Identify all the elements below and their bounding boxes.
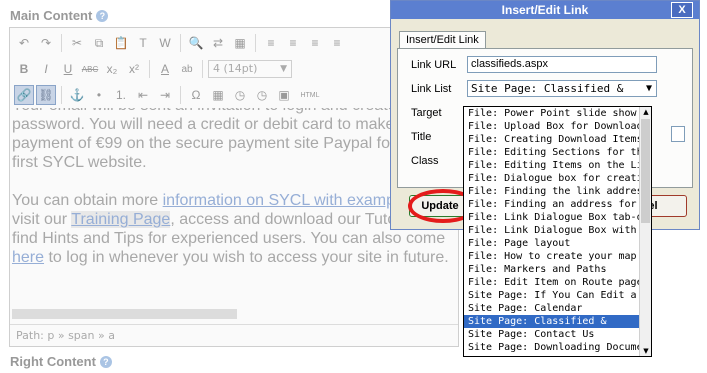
toolbar-separator bbox=[180, 86, 181, 104]
dialog-titlebar[interactable]: Insert/Edit Link X bbox=[391, 1, 699, 19]
strikethrough-button[interactable]: ABC bbox=[80, 59, 100, 79]
highlight-color-icon[interactable]: ab bbox=[177, 59, 197, 79]
dropdown-option[interactable]: File: Markers and Paths bbox=[464, 263, 639, 276]
align-left-icon[interactable]: ≡ bbox=[261, 33, 281, 53]
link-icon[interactable]: 🔗 bbox=[14, 85, 34, 105]
link-url-input[interactable]: classifieds.aspx bbox=[467, 56, 657, 73]
image-icon[interactable]: ▣ bbox=[274, 85, 294, 105]
dropdown-option[interactable]: File: Edit Item on Route page bbox=[464, 276, 639, 289]
horizontal-scrollbar[interactable] bbox=[12, 309, 237, 319]
bullet-list-icon[interactable]: • bbox=[89, 85, 109, 105]
help-icon[interactable]: ? bbox=[96, 10, 109, 22]
dropdown-scrollbar[interactable]: ▲ ▼ bbox=[639, 107, 651, 356]
dropdown-option[interactable]: File: Finding the link address bbox=[464, 185, 639, 198]
dropdown-option[interactable]: File: How to create your map bbox=[464, 250, 639, 263]
link-list-dropdown[interactable]: File: Power Point slide show a File: Uplo… bbox=[463, 106, 652, 357]
dropdown-option[interactable]: Site Page: Downloading Docume bbox=[464, 341, 639, 354]
link-url-label: Link URL bbox=[411, 59, 457, 71]
toolbar-separator bbox=[180, 34, 181, 52]
toolbar-separator bbox=[202, 60, 203, 78]
anchor-icon[interactable]: ⚓ bbox=[67, 85, 87, 105]
dropdown-option[interactable]: File: Finding an address for a bbox=[464, 198, 639, 211]
element-path: Path: p » span » a bbox=[10, 324, 458, 346]
undo-icon[interactable]: ↶ bbox=[14, 33, 34, 53]
dropdown-option[interactable]: Site Page: Calendar bbox=[464, 302, 639, 315]
indent-icon[interactable]: ⇥ bbox=[155, 85, 175, 105]
font-size-select[interactable]: 4 (14pt) ▼ bbox=[208, 60, 292, 78]
bold-button[interactable]: B bbox=[14, 59, 34, 79]
align-right-icon[interactable]: ≡ bbox=[305, 33, 325, 53]
dropdown-option[interactable]: File: Link Dialogue Box with a bbox=[464, 224, 639, 237]
scroll-down-icon[interactable]: ▼ bbox=[641, 346, 651, 356]
outdent-icon[interactable]: ⇤ bbox=[133, 85, 153, 105]
copy-icon[interactable]: ⧉ bbox=[89, 33, 109, 53]
title-label: Title bbox=[411, 131, 432, 143]
dropdown-option[interactable]: Site Page: If You Can Edit a T bbox=[464, 289, 639, 302]
training-page-link[interactable]: Training Page bbox=[71, 211, 171, 228]
find-icon[interactable]: 🔍 bbox=[186, 33, 206, 53]
dropdown-option[interactable]: File: Creating Download Items bbox=[464, 133, 639, 146]
table-icon[interactable]: ▦ bbox=[208, 85, 228, 105]
dropdown-option[interactable]: File: Page layout bbox=[464, 237, 639, 250]
unlink-icon[interactable]: ⛓ bbox=[36, 85, 56, 105]
tab-insert-edit-link[interactable]: Insert/Edit Link bbox=[399, 31, 486, 49]
toolbar-separator bbox=[255, 34, 256, 52]
scroll-up-icon[interactable]: ▲ bbox=[641, 107, 651, 117]
class-label: Class bbox=[411, 155, 439, 167]
help-icon[interactable]: ? bbox=[99, 356, 112, 368]
chevron-down-icon: ▼ bbox=[645, 83, 652, 94]
paste-text-icon[interactable]: T bbox=[133, 33, 153, 53]
login-here-link[interactable]: here bbox=[12, 249, 44, 266]
scroll-thumb[interactable] bbox=[641, 119, 650, 223]
dropdown-option[interactable]: Site Page: Classified & bbox=[464, 315, 639, 328]
toolbar-separator bbox=[61, 86, 62, 104]
right-content-label: Right Content? bbox=[10, 354, 112, 369]
dropdown-option[interactable]: File: Power Point slide show a bbox=[464, 107, 639, 120]
paste-icon[interactable]: 📋 bbox=[111, 33, 131, 53]
time-icon[interactable]: ◷ bbox=[252, 85, 272, 105]
select-all-icon[interactable]: ▦ bbox=[230, 33, 250, 53]
target-label: Target bbox=[411, 107, 442, 119]
chevron-down-icon: ▼ bbox=[280, 64, 287, 74]
dropdown-option[interactable]: File: Dialogue box for creatin bbox=[464, 172, 639, 185]
justify-icon[interactable]: ≡ bbox=[327, 33, 347, 53]
redo-icon[interactable]: ↷ bbox=[36, 33, 56, 53]
toolbar-separator bbox=[149, 60, 150, 78]
dropdown-option[interactable]: Site Page: Contact Us bbox=[464, 328, 639, 341]
underline-button[interactable]: U bbox=[58, 59, 78, 79]
numbered-list-icon[interactable]: 1. bbox=[111, 85, 131, 105]
html-source-icon[interactable]: HTML bbox=[296, 85, 324, 105]
link-list-select[interactable]: Site Page: Classified & ▼ bbox=[467, 80, 657, 97]
replace-icon[interactable]: ⇄ bbox=[208, 33, 228, 53]
title-input[interactable] bbox=[671, 126, 685, 142]
italic-button[interactable]: I bbox=[36, 59, 56, 79]
paste-word-icon[interactable]: W bbox=[155, 33, 175, 53]
dropdown-option[interactable]: File: Upload Box for Download bbox=[464, 120, 639, 133]
align-center-icon[interactable]: ≡ bbox=[283, 33, 303, 53]
link-list-label: Link List bbox=[411, 83, 452, 95]
dropdown-option[interactable]: File: Editing Sections for the bbox=[464, 146, 639, 159]
date-icon[interactable]: ◷ bbox=[230, 85, 250, 105]
dropdown-option[interactable]: File: Link Dialogue Box tab-op bbox=[464, 211, 639, 224]
superscript-button[interactable]: x² bbox=[124, 59, 144, 79]
subscript-button[interactable]: x₂ bbox=[102, 59, 122, 79]
toolbar-separator bbox=[61, 34, 62, 52]
main-content-label: Main Content? bbox=[10, 8, 109, 23]
font-color-icon[interactable]: A bbox=[155, 59, 175, 79]
cut-icon[interactable]: ✂ bbox=[67, 33, 87, 53]
dropdown-items: File: Power Point slide show a File: Uplo… bbox=[464, 107, 651, 354]
special-char-icon[interactable]: Ω bbox=[186, 85, 206, 105]
close-button[interactable]: X bbox=[671, 2, 693, 18]
dropdown-option[interactable]: File: Editing Items on the Lin bbox=[464, 159, 639, 172]
